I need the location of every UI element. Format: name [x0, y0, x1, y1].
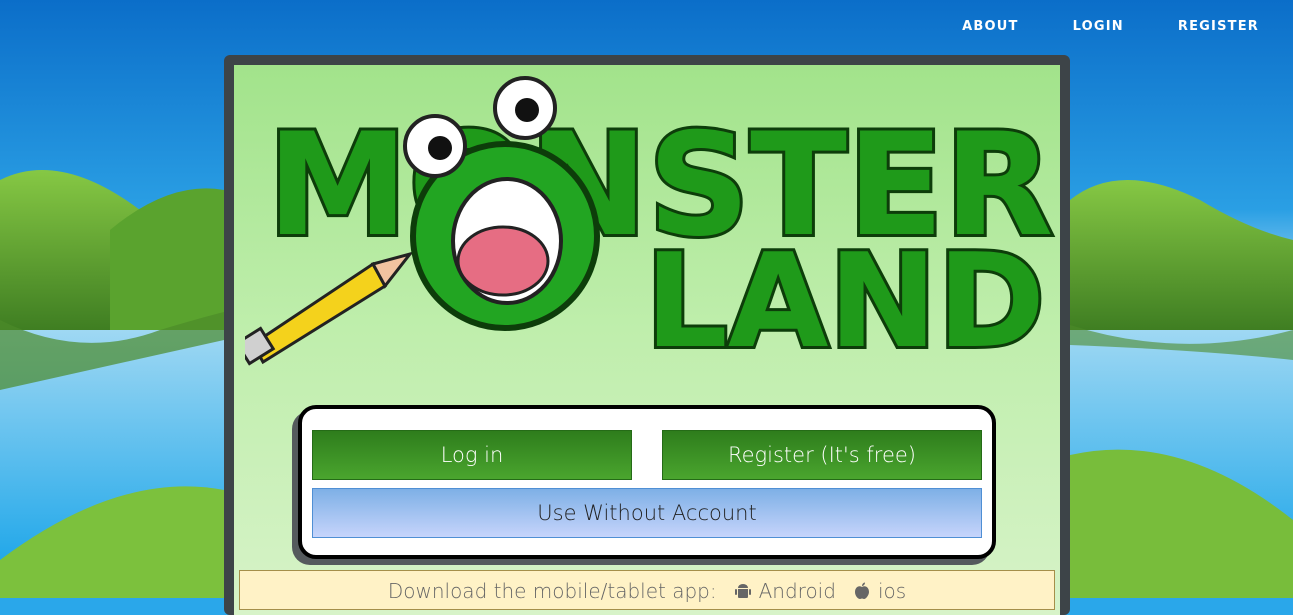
- app-download-banner: Download the mobile/tablet app: Android …: [239, 570, 1055, 610]
- auth-box: Log in Register (It's free) Use Without …: [298, 405, 996, 559]
- nav-about-link[interactable]: ABOUT: [928, 19, 1038, 34]
- android-icon: [734, 584, 751, 598]
- android-app-link[interactable]: Android: [734, 579, 836, 603]
- apple-icon: [854, 582, 869, 599]
- monster-land-logo: MONSTER LAND: [245, 76, 1056, 376]
- login-button[interactable]: Log in: [312, 430, 632, 480]
- register-button[interactable]: Register (It's free): [662, 430, 982, 480]
- android-label: Android: [758, 579, 836, 603]
- logo-line2: LAND: [645, 225, 1045, 376]
- nav-register-link[interactable]: REGISTER: [1144, 19, 1279, 34]
- pencil-icon: [245, 251, 414, 366]
- nav-login-link[interactable]: LOGIN: [1039, 19, 1144, 34]
- ios-app-link[interactable]: ios: [854, 579, 906, 603]
- top-nav: ABOUT LOGIN REGISTER: [928, 0, 1293, 52]
- ios-label: ios: [877, 579, 907, 603]
- use-without-account-button[interactable]: Use Without Account: [312, 488, 982, 538]
- app-banner-text: Download the mobile/tablet app:: [387, 579, 717, 603]
